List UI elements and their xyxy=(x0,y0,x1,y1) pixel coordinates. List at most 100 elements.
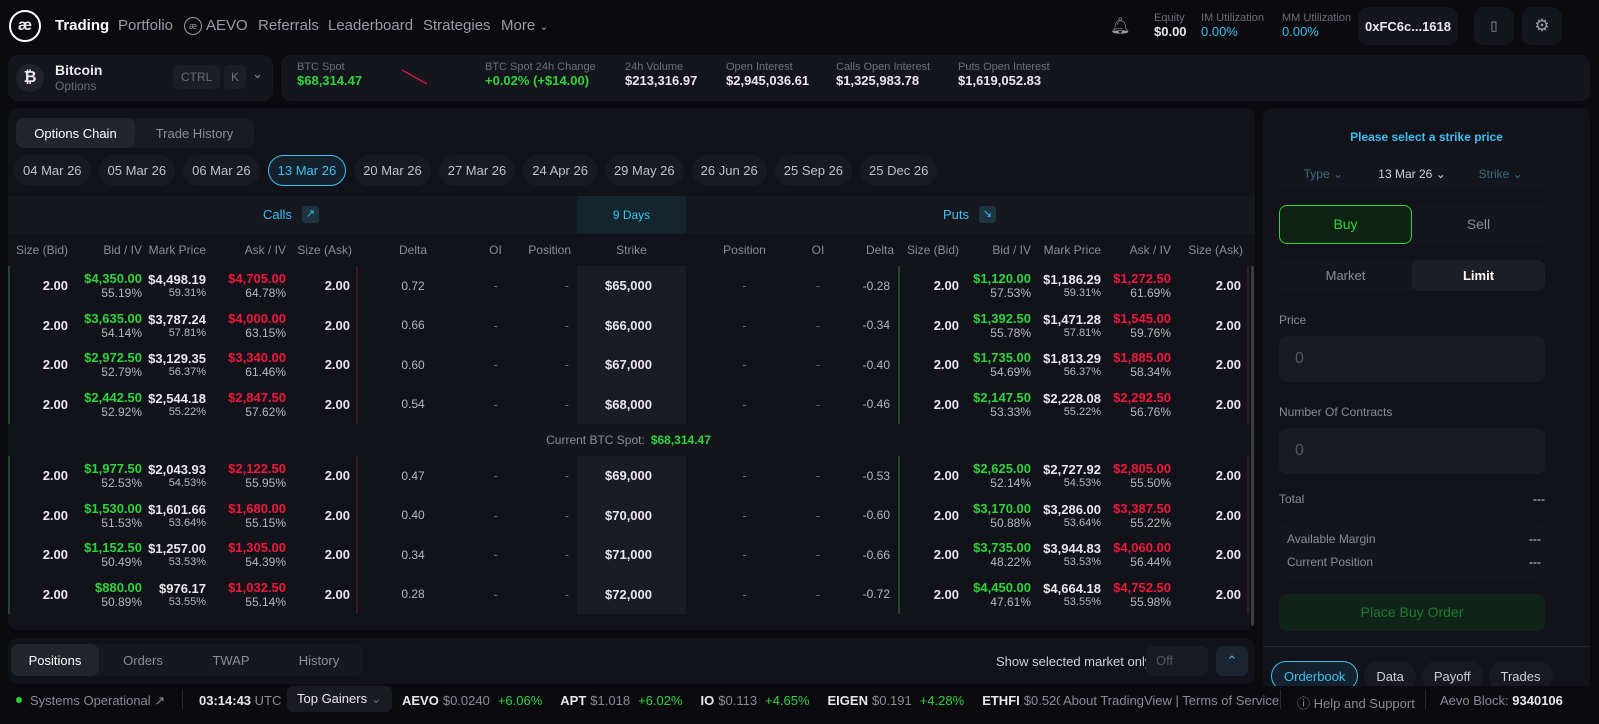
call-size-bid[interactable]: 2.00 xyxy=(8,574,74,614)
systems-status-link[interactable]: Systems Operational ↗ xyxy=(30,693,165,709)
expiry-date-6[interactable]: 24 Apr 26 xyxy=(523,155,597,186)
expiry-date-9[interactable]: 25 Sep 26 xyxy=(774,155,853,186)
arrow-down-right-icon[interactable]: ↘ xyxy=(979,206,996,223)
scrollbar[interactable] xyxy=(1251,266,1254,626)
put-bid[interactable]: $2,625.00 52.14% xyxy=(965,461,1037,490)
put-size-ask[interactable]: 2.00 xyxy=(1177,384,1249,424)
call-size-bid[interactable]: 2.00 xyxy=(8,495,74,535)
ticker-item[interactable]: EIGEN $0.191 +4.28% xyxy=(828,693,969,708)
expiry-date-2[interactable]: 06 Mar 26 xyxy=(183,155,260,186)
call-size-bid[interactable]: 2.00 xyxy=(8,535,74,575)
put-size-ask[interactable]: 2.00 xyxy=(1177,495,1249,535)
wallet-button[interactable]: 0xFC6c...1618 xyxy=(1358,7,1458,45)
expiry-date-5[interactable]: 27 Mar 26 xyxy=(438,155,516,186)
nav-aevo[interactable]: AEVO xyxy=(206,17,248,34)
put-size-ask[interactable]: 2.00 xyxy=(1177,535,1249,575)
put-ask[interactable]: $1,272.50 61.69% xyxy=(1107,271,1177,300)
tab-history[interactable]: History xyxy=(275,644,363,676)
top-gainers-select[interactable]: Top Gainers ⌄ xyxy=(287,686,392,712)
contracts-input[interactable]: 0 xyxy=(1279,428,1545,474)
call-size-ask[interactable]: 2.00 xyxy=(292,456,358,496)
tab-twap[interactable]: TWAP xyxy=(187,644,275,676)
put-size-ask[interactable]: 2.00 xyxy=(1177,456,1249,496)
arrow-up-right-icon[interactable]: ↗ xyxy=(302,206,319,223)
put-size-bid[interactable]: 2.00 xyxy=(900,397,965,412)
ticker-item[interactable]: IO $0.113 +4.65% xyxy=(701,693,814,708)
call-size-bid[interactable]: 2.00 xyxy=(8,305,74,345)
buy-button[interactable]: Buy xyxy=(1279,205,1412,244)
market-selector[interactable]: ₿ Bitcoin Options CTRL K ⌄ xyxy=(8,55,273,101)
put-ask[interactable]: $2,292.50 56.76% xyxy=(1107,390,1177,419)
put-bid[interactable]: $4,450.00 47.61% xyxy=(965,580,1037,609)
call-ask[interactable]: $3,340.00 61.46% xyxy=(212,350,292,379)
nav-referrals[interactable]: Referrals xyxy=(258,17,319,34)
expiry-date-7[interactable]: 29 May 26 xyxy=(604,155,684,186)
expiry-date-10[interactable]: 25 Dec 26 xyxy=(860,155,938,186)
put-size-bid[interactable]: 2.00 xyxy=(900,468,965,483)
call-ask[interactable]: $1,680.00 55.15% xyxy=(212,501,292,530)
put-ask[interactable]: $1,545.00 59.76% xyxy=(1107,311,1177,340)
table-row[interactable]: 2.00 $1,977.50 52.53% $2,043.93 54.53% $2,122… xyxy=(8,456,1249,496)
tab-trade-history[interactable]: Trade History xyxy=(135,118,254,148)
put-size-ask[interactable]: 2.00 xyxy=(1177,574,1249,614)
table-row[interactable]: 2.00 $3,635.00 54.14% $3,787.24 57.81% $4,000… xyxy=(8,305,1249,345)
put-size-bid[interactable]: 2.00 xyxy=(900,278,965,293)
call-bid[interactable]: $1,152.50 50.49% xyxy=(74,540,148,569)
market-order-tab[interactable]: Market xyxy=(1279,260,1412,291)
strike-select[interactable]: Strike ⌄ xyxy=(1456,167,1545,181)
tab-orders[interactable]: Orders xyxy=(99,644,187,676)
expiry-date-0[interactable]: 04 Mar 26 xyxy=(14,155,91,186)
nav-trading[interactable]: Trading xyxy=(55,17,109,34)
tab-options-chain[interactable]: Options Chain xyxy=(16,118,135,148)
expiry-date-8[interactable]: 26 Jun 26 xyxy=(691,155,767,186)
nav-portfolio[interactable]: Portfolio xyxy=(118,17,173,34)
call-bid[interactable]: $2,442.50 52.92% xyxy=(74,390,148,419)
put-bid[interactable]: $1,120.00 57.53% xyxy=(965,271,1037,300)
put-size-bid[interactable]: 2.00 xyxy=(900,508,965,523)
show-selected-toggle[interactable]: Off xyxy=(1146,646,1208,676)
put-size-bid[interactable]: 2.00 xyxy=(900,587,965,602)
put-ask[interactable]: $1,885.00 58.34% xyxy=(1107,350,1177,379)
put-size-bid[interactable]: 2.00 xyxy=(900,318,965,333)
put-size-ask[interactable]: 2.00 xyxy=(1177,345,1249,385)
ticker-item[interactable]: ETHFI$0.520+3.88% xyxy=(982,693,1060,708)
ticker-item[interactable]: APT $1.018 +6.02% xyxy=(560,693,686,708)
table-row[interactable]: 2.00 $2,442.50 52.92% $2,544.18 55.22% $2,847… xyxy=(8,384,1249,424)
call-ask[interactable]: $4,705.00 64.78% xyxy=(212,271,292,300)
put-bid[interactable]: $3,735.00 48.22% xyxy=(965,540,1037,569)
nav-leaderboard[interactable]: Leaderboard xyxy=(328,17,413,34)
table-row[interactable]: 2.00 $1,530.00 51.53% $1,601.66 53.64% $1,680… xyxy=(8,495,1249,535)
call-ask[interactable]: $2,122.50 55.95% xyxy=(212,461,292,490)
mobile-icon[interactable]: ▯ xyxy=(1474,7,1514,45)
table-row[interactable]: 2.00 $1,152.50 50.49% $1,257.00 53.53% $1,305… xyxy=(8,535,1249,575)
price-input[interactable]: 0 xyxy=(1279,336,1545,382)
put-size-ask[interactable]: 2.00 xyxy=(1177,305,1249,345)
help-link[interactable]: ⓘ Help and Support xyxy=(1297,693,1415,712)
call-size-bid[interactable]: 2.00 xyxy=(8,266,74,306)
expiry-date-1[interactable]: 05 Mar 26 xyxy=(98,155,176,186)
call-ask[interactable]: $1,305.00 54.39% xyxy=(212,540,292,569)
table-row[interactable]: 2.00 $2,972.50 52.79% $3,129.35 56.37% $3,340… xyxy=(8,345,1249,385)
call-bid[interactable]: $1,530.00 51.53% xyxy=(74,501,148,530)
put-size-bid[interactable]: 2.00 xyxy=(900,357,965,372)
limit-order-tab[interactable]: Limit xyxy=(1412,260,1545,291)
put-ask[interactable]: $4,060.00 56.44% xyxy=(1107,540,1177,569)
put-ask[interactable]: $2,805.00 55.50% xyxy=(1107,461,1177,490)
call-size-ask[interactable]: 2.00 xyxy=(292,495,358,535)
call-size-ask[interactable]: 2.00 xyxy=(292,345,358,385)
call-size-ask[interactable]: 2.00 xyxy=(292,384,358,424)
call-size-ask[interactable]: 2.00 xyxy=(292,266,358,306)
expiry-select[interactable]: 13 Mar 26 ⌄ xyxy=(1368,167,1457,181)
table-row[interactable]: 2.00 $4,350.00 55.19% $4,498.19 59.31% $4,705… xyxy=(8,266,1249,306)
call-size-bid[interactable]: 2.00 xyxy=(8,384,74,424)
put-size-bid[interactable]: 2.00 xyxy=(900,547,965,562)
call-bid[interactable]: $4,350.00 55.19% xyxy=(74,271,148,300)
table-row[interactable]: 2.00 $880.00 50.89% $976.17 53.55% $1,032.50 5… xyxy=(8,574,1249,614)
put-bid[interactable]: $3,170.00 50.88% xyxy=(965,501,1037,530)
put-bid[interactable]: $1,392.50 55.78% xyxy=(965,311,1037,340)
put-bid[interactable]: $2,147.50 53.33% xyxy=(965,390,1037,419)
sell-button[interactable]: Sell xyxy=(1412,205,1545,244)
call-bid[interactable]: $880.00 50.89% xyxy=(74,580,148,609)
put-size-ask[interactable]: 2.00 xyxy=(1177,266,1249,306)
call-bid[interactable]: $1,977.50 52.53% xyxy=(74,461,148,490)
